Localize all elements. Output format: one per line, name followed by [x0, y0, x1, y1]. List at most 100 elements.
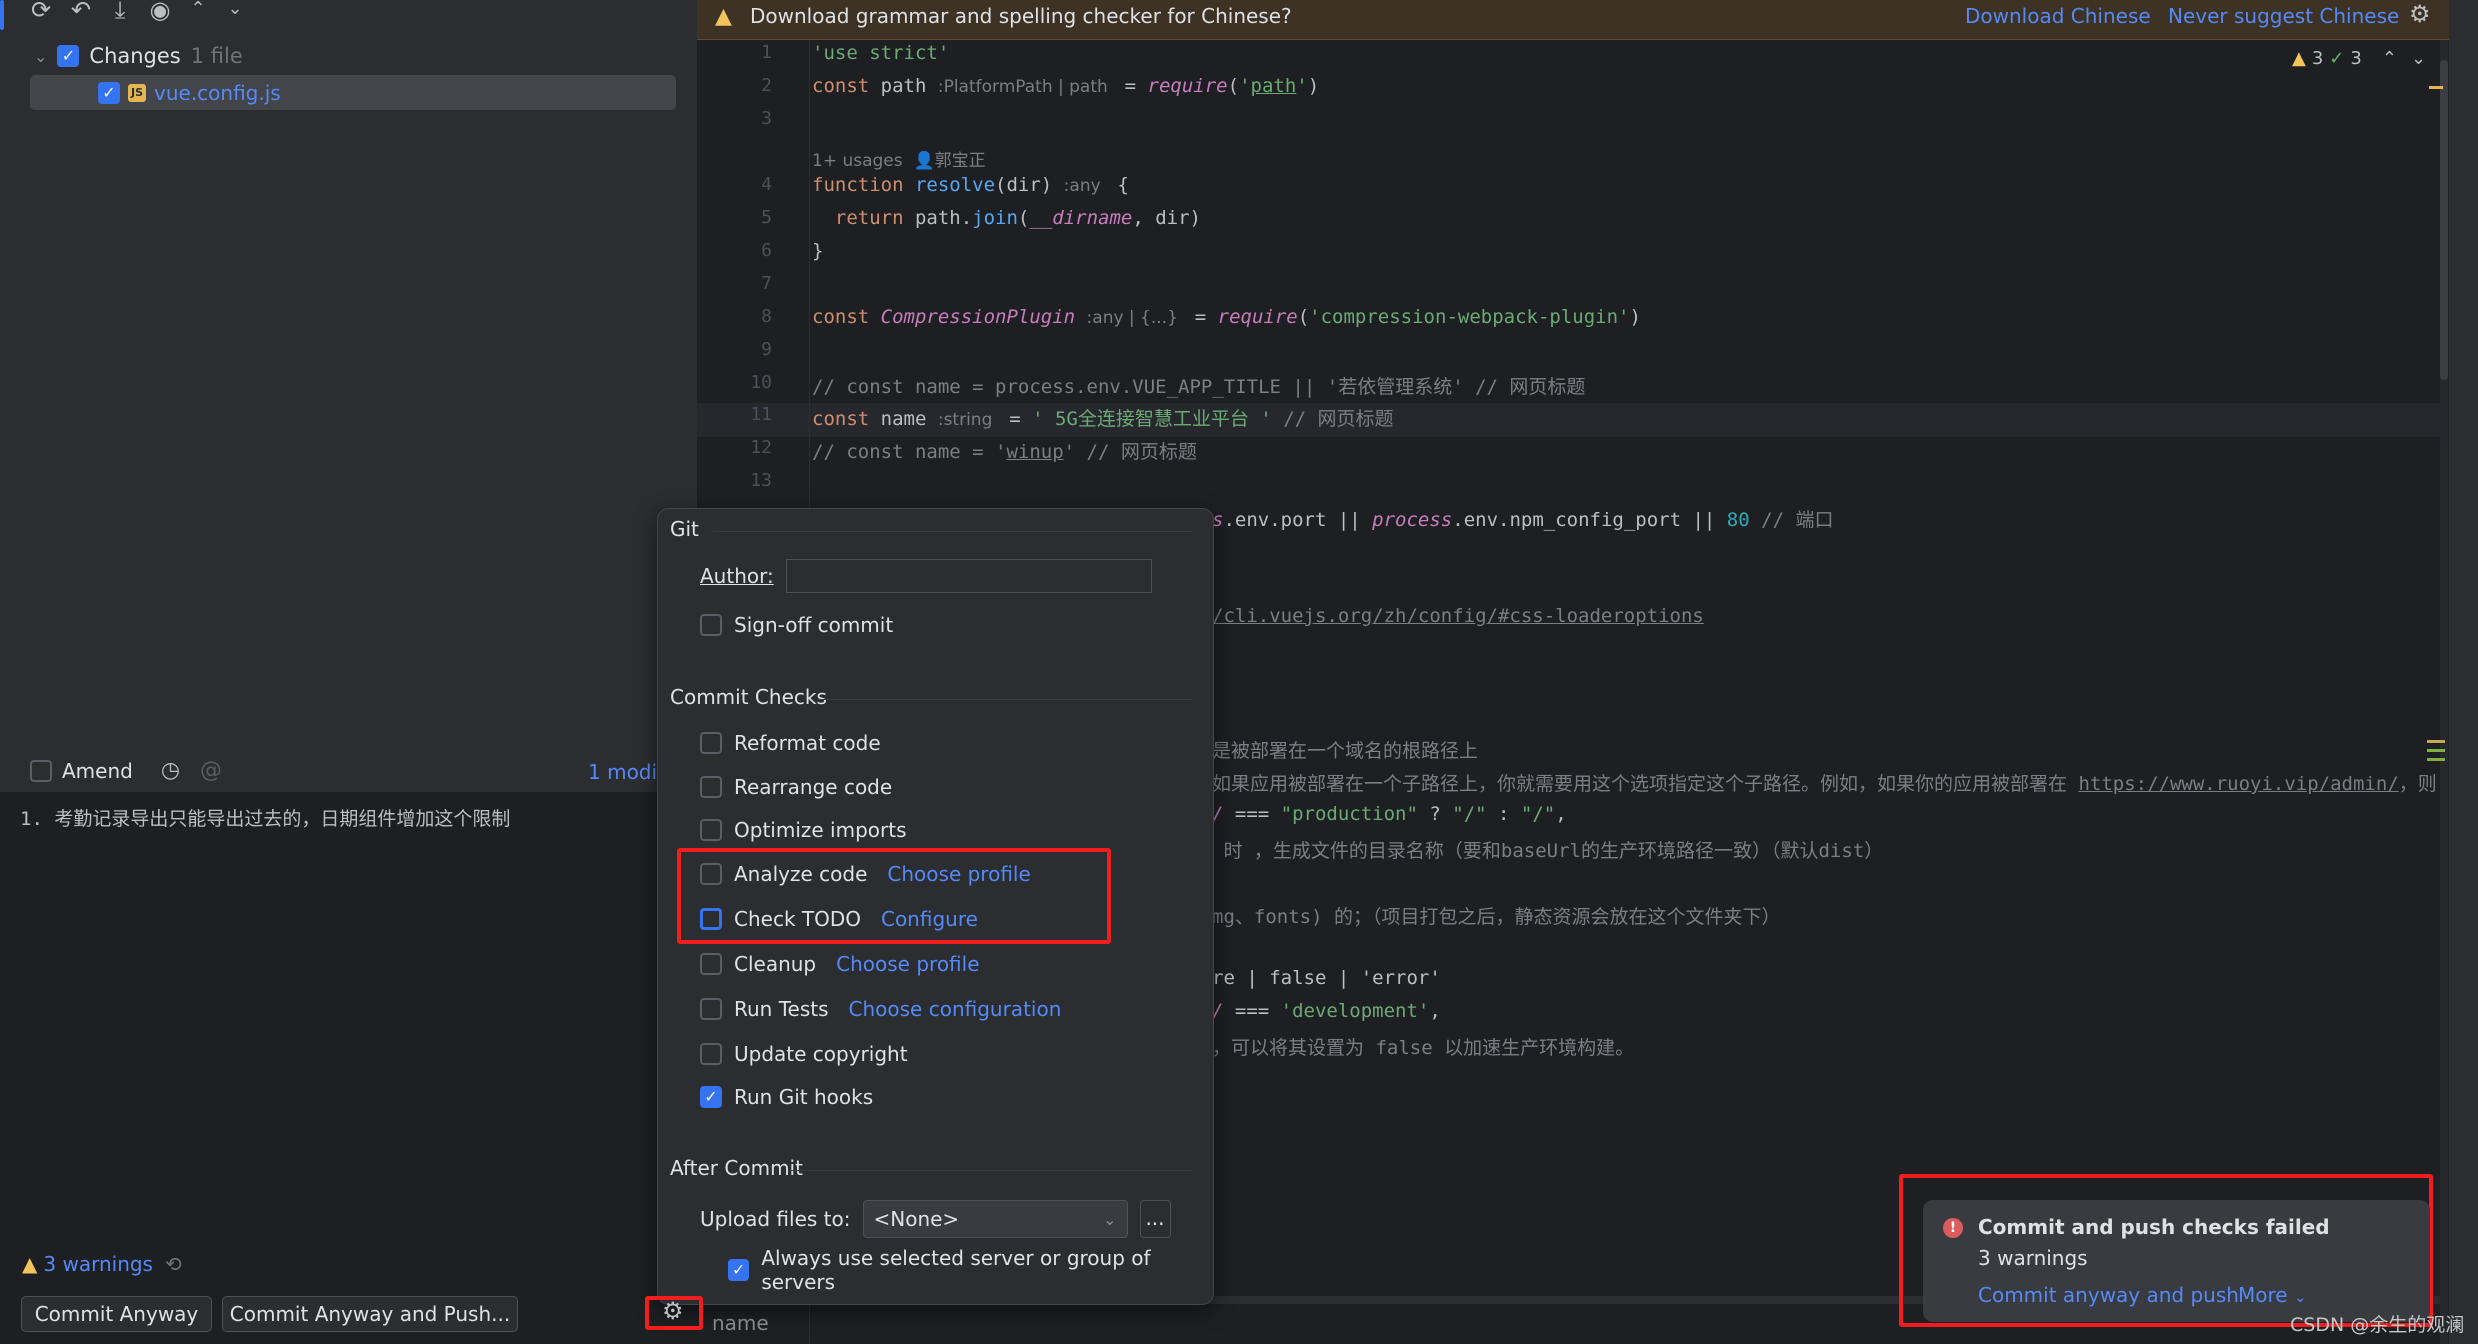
previous-highlight-icon[interactable]: ⌃: [2382, 48, 2397, 69]
code-token: join: [972, 207, 1018, 229]
warnings-status: ▲ 3 warnings ⟲: [22, 1252, 182, 1276]
scrollbar-thumb[interactable]: [2440, 60, 2448, 380]
check-label[interactable]: Rearrange code: [734, 775, 892, 799]
check-icon: ✓: [2329, 48, 2345, 69]
next-highlight-icon[interactable]: ⌄: [2411, 48, 2426, 69]
ai-spiral-icon[interactable]: @: [200, 758, 222, 783]
code-token: re | false | 'error': [1212, 967, 1441, 989]
check-label[interactable]: Cleanup: [734, 952, 816, 976]
name-label: name: [712, 1311, 769, 1335]
code-token: require: [1217, 306, 1298, 328]
rollback-icon[interactable]: ↶: [66, 0, 96, 24]
upload-server-select[interactable]: <None> ⌄: [862, 1200, 1128, 1238]
preview-diff-icon[interactable]: ◉: [145, 0, 175, 24]
upload-selected-value: <None>: [873, 1207, 960, 1231]
code-token: __dirname: [1029, 207, 1133, 229]
refresh-icon[interactable]: ⟳: [26, 0, 56, 24]
expand-all-icon[interactable]: ⌃: [183, 0, 213, 19]
commit-anyway-button[interactable]: Commit Anyway: [21, 1296, 212, 1332]
commit-anyway-push-button[interactable]: Commit Anyway and Push...: [222, 1296, 518, 1332]
inspection-widget[interactable]: ▲ 3 ✓ 3 ⌃ ⌄: [2292, 48, 2426, 69]
browse-servers-button[interactable]: ...: [1139, 1200, 1171, 1238]
code-token: 如果应用被部署在一个子路径上，你就需要用这个选项指定这个子路径。例如，如果你的应…: [1212, 773, 2079, 795]
code-token: :any | {...}: [1086, 308, 1184, 328]
usages-count[interactable]: 1+ usages: [812, 151, 903, 171]
collapse-all-icon[interactable]: ⌄: [220, 0, 250, 19]
modified-count-link[interactable]: 1 modif: [588, 760, 664, 784]
changes-group[interactable]: ⌄ ✓ Changes 1 file: [34, 44, 243, 68]
code-line: mg、fonts) 的；（项目打包之后，静态资源会放在这个文件夹下）: [1212, 902, 1780, 929]
check-checkbox[interactable]: [700, 776, 722, 798]
check-checkbox[interactable]: [700, 819, 722, 841]
signoff-label[interactable]: Sign-off commit: [734, 613, 893, 637]
commit-check-row[interactable]: Run Tests Choose configuration: [700, 994, 1061, 1024]
file-checkbox[interactable]: ✓: [98, 81, 120, 104]
never-suggest-link[interactable]: Never suggest Chinese: [2168, 4, 2399, 28]
check-config-link[interactable]: Choose profile: [836, 952, 979, 976]
check-checkbox[interactable]: [700, 732, 722, 754]
signoff-row[interactable]: Sign-off commit: [700, 610, 893, 640]
changes-checkbox[interactable]: ✓: [57, 45, 80, 67]
code-token: }: [812, 240, 824, 262]
check-checkbox[interactable]: ✓: [700, 1086, 722, 1108]
commit-message-text[interactable]: 1. 考勤记录导出只能导出过去的，日期组件增加这个限制: [20, 804, 510, 831]
code-token: ): [1629, 306, 1641, 328]
code-token: // 网页标题: [1271, 408, 1394, 430]
code-line: const path :PlatformPath | path = requir…: [812, 75, 1319, 97]
amend-checkbox[interactable]: [30, 759, 52, 782]
commit-options-gear-icon[interactable]: ⚙: [662, 1297, 684, 1325]
shelve-icon[interactable]: ⤓: [105, 0, 135, 24]
amend-label[interactable]: Amend: [62, 759, 133, 783]
warning-marker[interactable]: [2429, 86, 2443, 89]
check-label[interactable]: Reformat code: [734, 731, 881, 755]
check-config-link[interactable]: Choose configuration: [849, 997, 1062, 1021]
check-label[interactable]: Run Git hooks: [734, 1085, 873, 1109]
check-checkbox[interactable]: [700, 1043, 722, 1065]
commit-check-row[interactable]: Cleanup Choose profile: [700, 949, 980, 979]
always-use-checkbox[interactable]: ✓: [728, 1259, 750, 1281]
check-label[interactable]: Update copyright: [734, 1042, 908, 1066]
code-token: // 端口: [1749, 509, 1834, 531]
commit-check-row[interactable]: Reformat code: [700, 728, 881, 758]
check-checkbox[interactable]: [700, 998, 722, 1020]
code-token: (: [1227, 75, 1240, 97]
code-token: name: [880, 408, 938, 430]
download-chinese-link[interactable]: Download Chinese: [1965, 4, 2151, 28]
more-dropdown[interactable]: More ⌄: [2238, 1283, 2307, 1307]
rerun-icon[interactable]: ⟲: [165, 1252, 182, 1276]
warnings-link[interactable]: 3 warnings: [43, 1252, 153, 1276]
code-token: "/": [1520, 803, 1556, 825]
code-token: const: [812, 306, 881, 328]
line-number: 6: [761, 240, 772, 261]
author-input[interactable]: [785, 559, 1152, 593]
more-label[interactable]: More: [2238, 1283, 2288, 1307]
commit-history-icon[interactable]: ◷: [161, 758, 180, 783]
usages-hint[interactable]: 1+ usages 👤郭宝正: [812, 146, 986, 171]
warning-icon: ▲: [22, 1252, 38, 1276]
author-hint: 郭宝正: [934, 151, 986, 171]
code-token: // const name = process.env.VUE_APP_TITL…: [812, 376, 1586, 398]
commit-check-row[interactable]: ✓ Run Git hooks: [700, 1082, 873, 1112]
code-token: ): [1307, 75, 1320, 97]
file-row[interactable]: ✓ JS vue.config.js: [30, 75, 676, 110]
commit-anyway-push-link[interactable]: Commit anyway and push: [1978, 1283, 2239, 1307]
commit-check-row[interactable]: Update copyright: [700, 1039, 908, 1069]
change-marker[interactable]: [2427, 758, 2445, 761]
code-token: .env.npm_config_port ||: [1452, 509, 1727, 531]
check-label[interactable]: Run Tests: [734, 997, 829, 1021]
commit-message-editor[interactable]: 1. 考勤记录导出只能导出过去的，日期组件增加这个限制 ▲ 3 warnings…: [0, 792, 697, 1344]
chevron-down-icon[interactable]: ⌄: [34, 47, 47, 66]
code-line: / === 'development',: [1212, 1000, 1441, 1022]
warning-marker[interactable]: [2427, 740, 2445, 743]
check-label[interactable]: Optimize imports: [734, 818, 907, 842]
code-token: process: [1372, 509, 1453, 531]
signoff-checkbox[interactable]: [700, 614, 722, 636]
commit-check-row[interactable]: Optimize imports: [700, 815, 907, 845]
always-use-row[interactable]: ✓ Always use selected server or group of…: [728, 1246, 1213, 1294]
commit-check-row[interactable]: Rearrange code: [700, 772, 892, 802]
always-use-label[interactable]: Always use selected server or group of s…: [761, 1246, 1213, 1294]
check-checkbox[interactable]: [700, 953, 722, 975]
line-number: 12: [750, 437, 772, 458]
gear-icon[interactable]: ⚙: [2409, 0, 2431, 28]
change-marker[interactable]: [2427, 749, 2445, 752]
